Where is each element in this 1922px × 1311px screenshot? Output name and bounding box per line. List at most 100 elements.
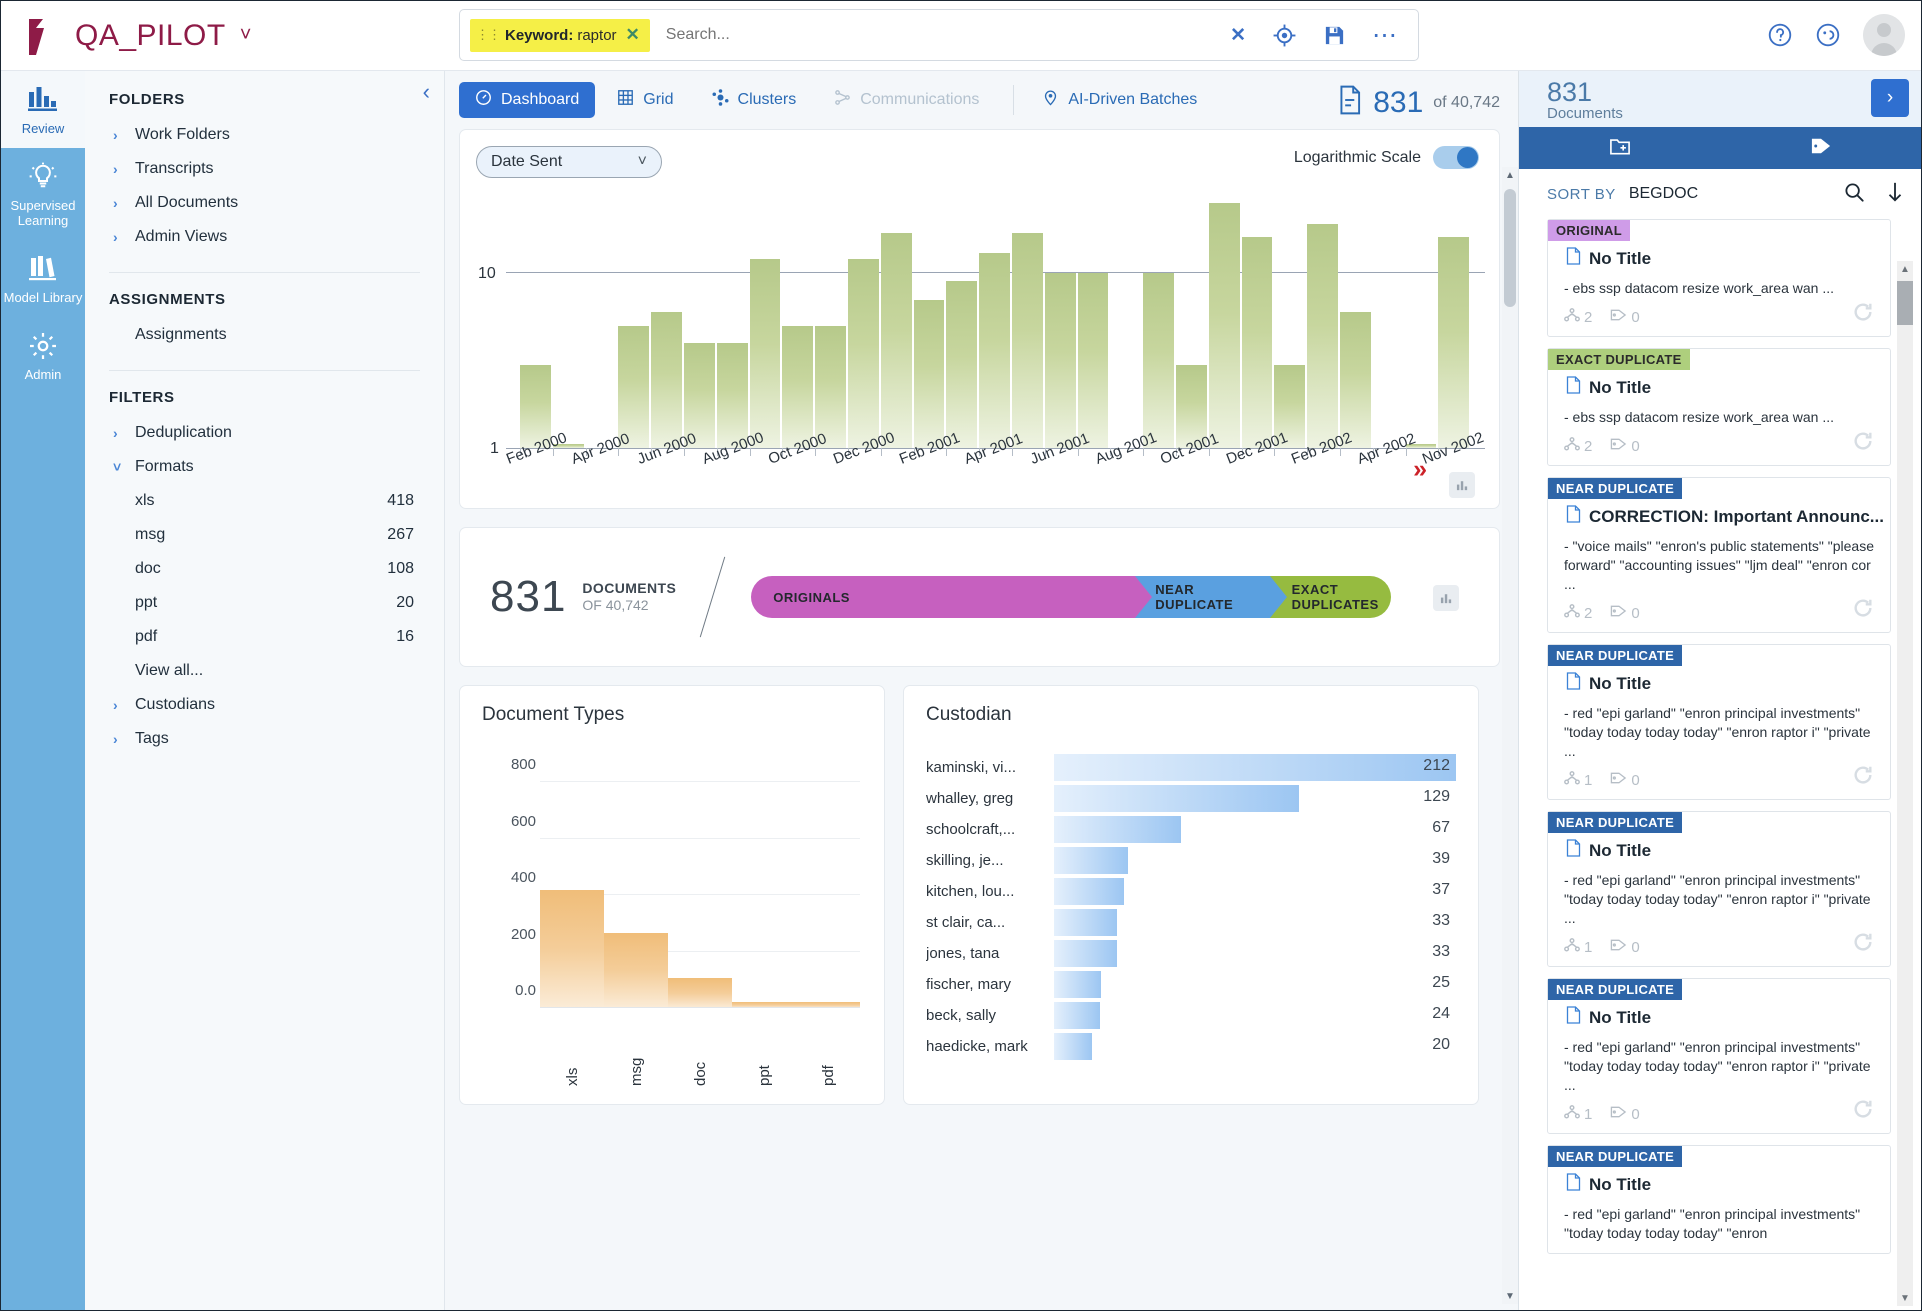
document-card[interactable]: NEAR DUPLICATE CORRECTION: Important Anno… [1547,477,1891,633]
document-title-row[interactable]: No Title [1566,247,1890,270]
custodian-bar[interactable] [1054,909,1117,936]
scroll-down-icon[interactable]: ▼ [1897,1290,1913,1306]
document-card[interactable]: NEAR DUPLICATE No Title - red "epi garland… [1547,978,1891,1134]
document-title-row[interactable]: No Title [1566,839,1890,862]
sidebar-filter-deduplication[interactable]: › Deduplication [85,416,444,450]
support-agent-icon[interactable] [1815,22,1841,48]
format-filter-ppt[interactable]: ppt 20 [85,586,444,620]
refresh-icon[interactable] [1852,931,1874,958]
tab-dashboard[interactable]: Dashboard [459,82,596,118]
timeline-bar[interactable] [913,300,945,448]
timeline-bar[interactable] [651,311,682,448]
sidebar-item-assignments[interactable]: Assignments [85,318,444,352]
custodian-bar[interactable] [1054,785,1299,812]
custodian-bar[interactable] [1054,754,1456,781]
custodian-row[interactable]: st clair, ca... 33 [926,907,1456,938]
timeline-bar[interactable] [880,232,912,448]
refresh-icon[interactable] [1852,301,1874,328]
custodian-row[interactable]: kitchen, lou... 37 [926,876,1456,907]
tab-grid[interactable]: Grid [601,82,689,118]
timeline-bar[interactable] [1077,273,1109,448]
sidebar-item-transcripts[interactable]: › Transcripts [85,152,444,186]
rail-item-admin[interactable]: Admin [1,317,85,394]
sidebar-filter-formats[interactable]: ˅ Formats [85,450,444,484]
help-icon[interactable] [1767,22,1793,48]
chip-remove-icon[interactable]: ✕ [626,25,640,45]
next-document-button[interactable]: › [1871,79,1909,117]
scroll-up-icon[interactable]: ▲ [1502,167,1518,183]
tab-clusters[interactable]: Clusters [696,82,813,118]
document-list[interactable]: ORIGINAL No Title - ebs ssp datacom resize… [1519,219,1921,1310]
sidebar-item-all-documents[interactable]: › All Documents [85,186,444,220]
rail-item-supervised-learning[interactable]: Supervised Learning [1,148,85,240]
refresh-icon[interactable] [1852,1098,1874,1125]
scroll-thumb[interactable] [1504,189,1516,307]
sidebar-filter-custodians[interactable]: › Custodians [85,688,444,722]
log-scale-switch[interactable] [1433,146,1479,169]
timeline-bar[interactable] [1143,273,1174,448]
timeline-bar[interactable] [1241,237,1273,448]
timeline-bar[interactable] [1044,273,1076,448]
format-filter-view-all[interactable]: View all... [85,654,444,688]
document-types-bar[interactable] [668,977,732,1008]
sidebar-item-work-folders[interactable]: › Work Folders [85,118,444,152]
save-search-icon[interactable] [1323,24,1346,47]
sidebar-collapse-icon[interactable]: ‹ [423,79,430,105]
timeline-bar[interactable] [1011,232,1043,448]
custodian-row[interactable]: beck, sally 24 [926,1000,1456,1031]
custodian-bar[interactable] [1054,971,1102,998]
clear-search-icon[interactable]: ✕ [1230,24,1246,47]
custodian-row[interactable]: kaminski, vi... 212 [926,752,1456,783]
timeline-bar[interactable] [847,259,879,448]
document-title-row[interactable]: No Title [1566,1006,1890,1029]
main-scrollbar[interactable]: ▲ ▼ [1502,167,1518,1304]
timeline-bar[interactable] [815,325,846,448]
document-card[interactable]: NEAR DUPLICATE No Title - red "epi garland… [1547,1145,1891,1254]
custodian-row[interactable]: whalley, greg 129 [926,783,1456,814]
format-filter-pdf[interactable]: pdf 16 [85,620,444,654]
scroll-up-icon[interactable]: ▲ [1897,261,1913,277]
document-card[interactable]: ORIGINAL No Title - ebs ssp datacom resize… [1547,219,1891,337]
scroll-down-icon[interactable]: ▼ [1502,1288,1518,1304]
timeline-bar[interactable] [618,325,650,448]
document-title-row[interactable]: No Title [1566,376,1890,399]
scroll-thumb[interactable] [1897,281,1913,325]
avatar[interactable] [1863,14,1905,56]
search-input[interactable] [663,25,1231,45]
document-title-row[interactable]: No Title [1566,1173,1890,1196]
timeline-bar[interactable] [716,342,748,448]
more-options-icon[interactable]: ⋯ [1372,23,1398,48]
timeline-bar[interactable] [1339,311,1371,448]
dedupe-segment-originals[interactable]: ORIGINALS [751,576,1153,618]
timeline-chart-options-icon[interactable] [1449,472,1475,498]
document-card[interactable]: NEAR DUPLICATE No Title - red "epi garland… [1547,811,1891,967]
refresh-icon[interactable] [1852,597,1874,624]
custodian-row[interactable]: haedicke, mark 20 [926,1031,1456,1062]
keyword-filter-chip[interactable]: ⋮⋮ Keyword: raptor ✕ [470,18,650,52]
custodian-bar[interactable] [1054,878,1125,905]
timeline-bar[interactable] [1307,224,1338,448]
tag-tab[interactable] [1720,127,1921,169]
custodian-row[interactable]: skilling, je... 39 [926,845,1456,876]
tab-ai-driven-batches[interactable]: AI-Driven Batches [1026,82,1213,118]
document-title-row[interactable]: No Title [1566,672,1890,695]
sidebar-item-admin-views[interactable]: › Admin Views [85,220,444,254]
format-filter-msg[interactable]: msg 267 [85,518,444,552]
search-icon[interactable] [1843,181,1865,208]
document-card[interactable]: EXACT DUPLICATE No Title - ebs ssp datacom… [1547,348,1891,466]
custodian-bar[interactable] [1054,1002,1100,1029]
timeline-bar[interactable] [1208,203,1240,448]
timeline-bar[interactable] [946,281,978,448]
rail-item-model-library[interactable]: Model Library [1,240,85,317]
add-to-folder-tab[interactable] [1519,127,1720,169]
custodian-bar[interactable] [1054,940,1117,967]
rail-item-review[interactable]: Review [1,71,85,148]
custodian-row[interactable]: fischer, mary 25 [926,969,1456,1000]
format-filter-doc[interactable]: doc 108 [85,552,444,586]
dedupe-chart-options-icon[interactable] [1433,585,1459,611]
timeline-bar[interactable] [749,259,781,448]
document-title-row[interactable]: CORRECTION: Important Announc... [1566,505,1890,528]
target-locate-icon[interactable] [1272,23,1297,48]
timeline-bar[interactable] [1438,237,1470,448]
dedupe-segment-exact-duplicates[interactable]: EXACT DUPLICATES [1269,576,1392,618]
